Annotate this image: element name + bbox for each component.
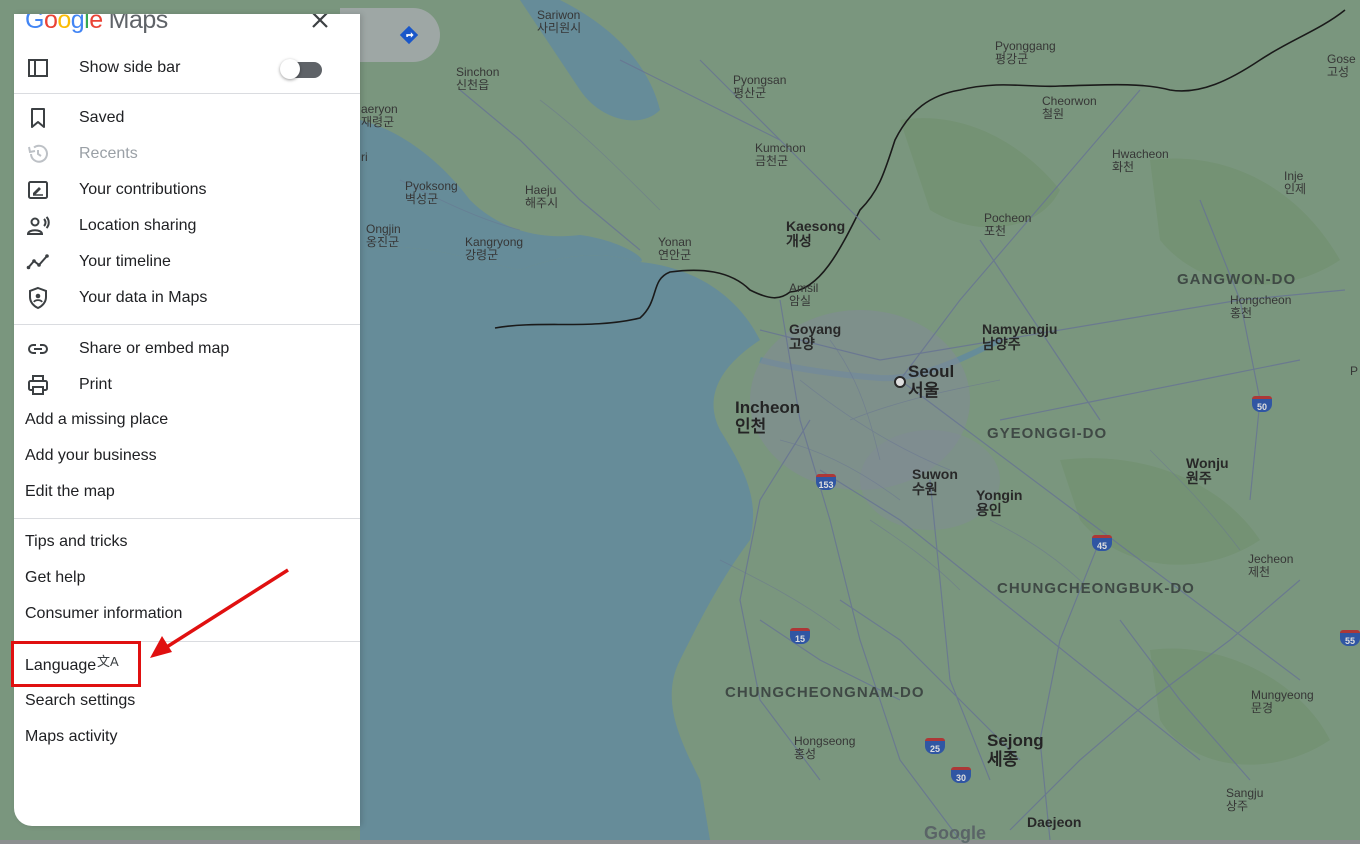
logo-letter: o xyxy=(57,14,71,34)
close-icon[interactable] xyxy=(308,14,332,32)
divider xyxy=(14,324,360,325)
menu-item-recents[interactable]: Recents xyxy=(14,136,360,172)
menu-item-label: Search settings xyxy=(25,692,136,709)
menu-item-label: Your data in Maps xyxy=(79,289,208,306)
menu-item-data-in-maps[interactable]: Your data in Maps xyxy=(14,280,360,316)
show-sidebar-toggle[interactable] xyxy=(280,59,322,79)
toggle-knob xyxy=(280,59,300,79)
contributions-icon xyxy=(28,181,48,199)
menu-item-tips[interactable]: Tips and tricks xyxy=(14,524,360,560)
location-sharing-icon xyxy=(26,216,50,235)
shield-person-icon xyxy=(29,286,47,310)
menu-item-label: Edit the map xyxy=(25,483,115,500)
menu-item-add-business[interactable]: Add your business xyxy=(14,438,360,474)
bookmark-icon xyxy=(31,108,45,128)
sidebar-panel-icon xyxy=(28,59,48,77)
menu-item-timeline[interactable]: Your timeline xyxy=(14,244,360,280)
menu-item-share-embed[interactable]: Share or embed map xyxy=(14,331,360,367)
menu-item-contributions[interactable]: Your contributions xyxy=(14,172,360,208)
menu-item-consumer-info[interactable]: Consumer information xyxy=(14,596,360,632)
logo-letter: e xyxy=(89,14,103,34)
menu-item-label: Print xyxy=(79,376,112,393)
menu-item-label: Recents xyxy=(79,145,138,162)
menu-item-label: Your contributions xyxy=(79,181,207,198)
show-sidebar-row[interactable]: Show side bar xyxy=(14,50,360,86)
menu-item-label: Share or embed map xyxy=(79,340,230,357)
logo-maps-word: Maps xyxy=(108,14,169,34)
menu-item-label: Add your business xyxy=(25,447,157,464)
main-menu-drawer: GoogleMaps Show side bar Saved Recents xyxy=(14,14,360,826)
menu-item-label: Get help xyxy=(25,569,86,586)
menu-item-label: Consumer information xyxy=(25,605,183,622)
history-icon xyxy=(28,144,48,163)
menu-item-help[interactable]: Get help xyxy=(14,560,360,596)
menu-item-saved[interactable]: Saved xyxy=(14,100,360,136)
menu-item-maps-activity[interactable]: Maps activity xyxy=(14,719,360,755)
menu-item-label: Tips and tricks xyxy=(25,533,128,550)
divider xyxy=(14,518,360,519)
menu-item-search-settings[interactable]: Search settings xyxy=(14,683,360,719)
timeline-icon xyxy=(26,254,49,270)
menu-item-label: Your timeline xyxy=(79,253,171,270)
directions-icon[interactable] xyxy=(398,24,420,46)
logo-letter: G xyxy=(25,14,44,34)
logo-letter: g xyxy=(70,14,85,34)
menu-item-location-sharing[interactable]: Location sharing xyxy=(14,208,360,244)
print-icon xyxy=(28,375,48,395)
menu-item-label: Saved xyxy=(79,109,125,126)
language-highlight-box xyxy=(11,641,141,687)
logo-letter: o xyxy=(43,14,58,34)
google-maps-logo[interactable]: Google Maps xyxy=(25,14,168,35)
menu-item-add-missing-place[interactable]: Add a missing place xyxy=(14,402,360,438)
menu-item-print[interactable]: Print xyxy=(14,367,360,403)
menu-item-label: Location sharing xyxy=(79,217,197,234)
link-icon xyxy=(28,344,48,354)
menu-item-label: Maps activity xyxy=(25,728,118,745)
drawer-header: Google Maps xyxy=(14,14,360,54)
menu-item-label: Add a missing place xyxy=(25,411,169,428)
divider xyxy=(14,93,360,94)
menu-item-edit-map[interactable]: Edit the map xyxy=(14,474,360,510)
show-sidebar-label: Show side bar xyxy=(79,59,181,76)
